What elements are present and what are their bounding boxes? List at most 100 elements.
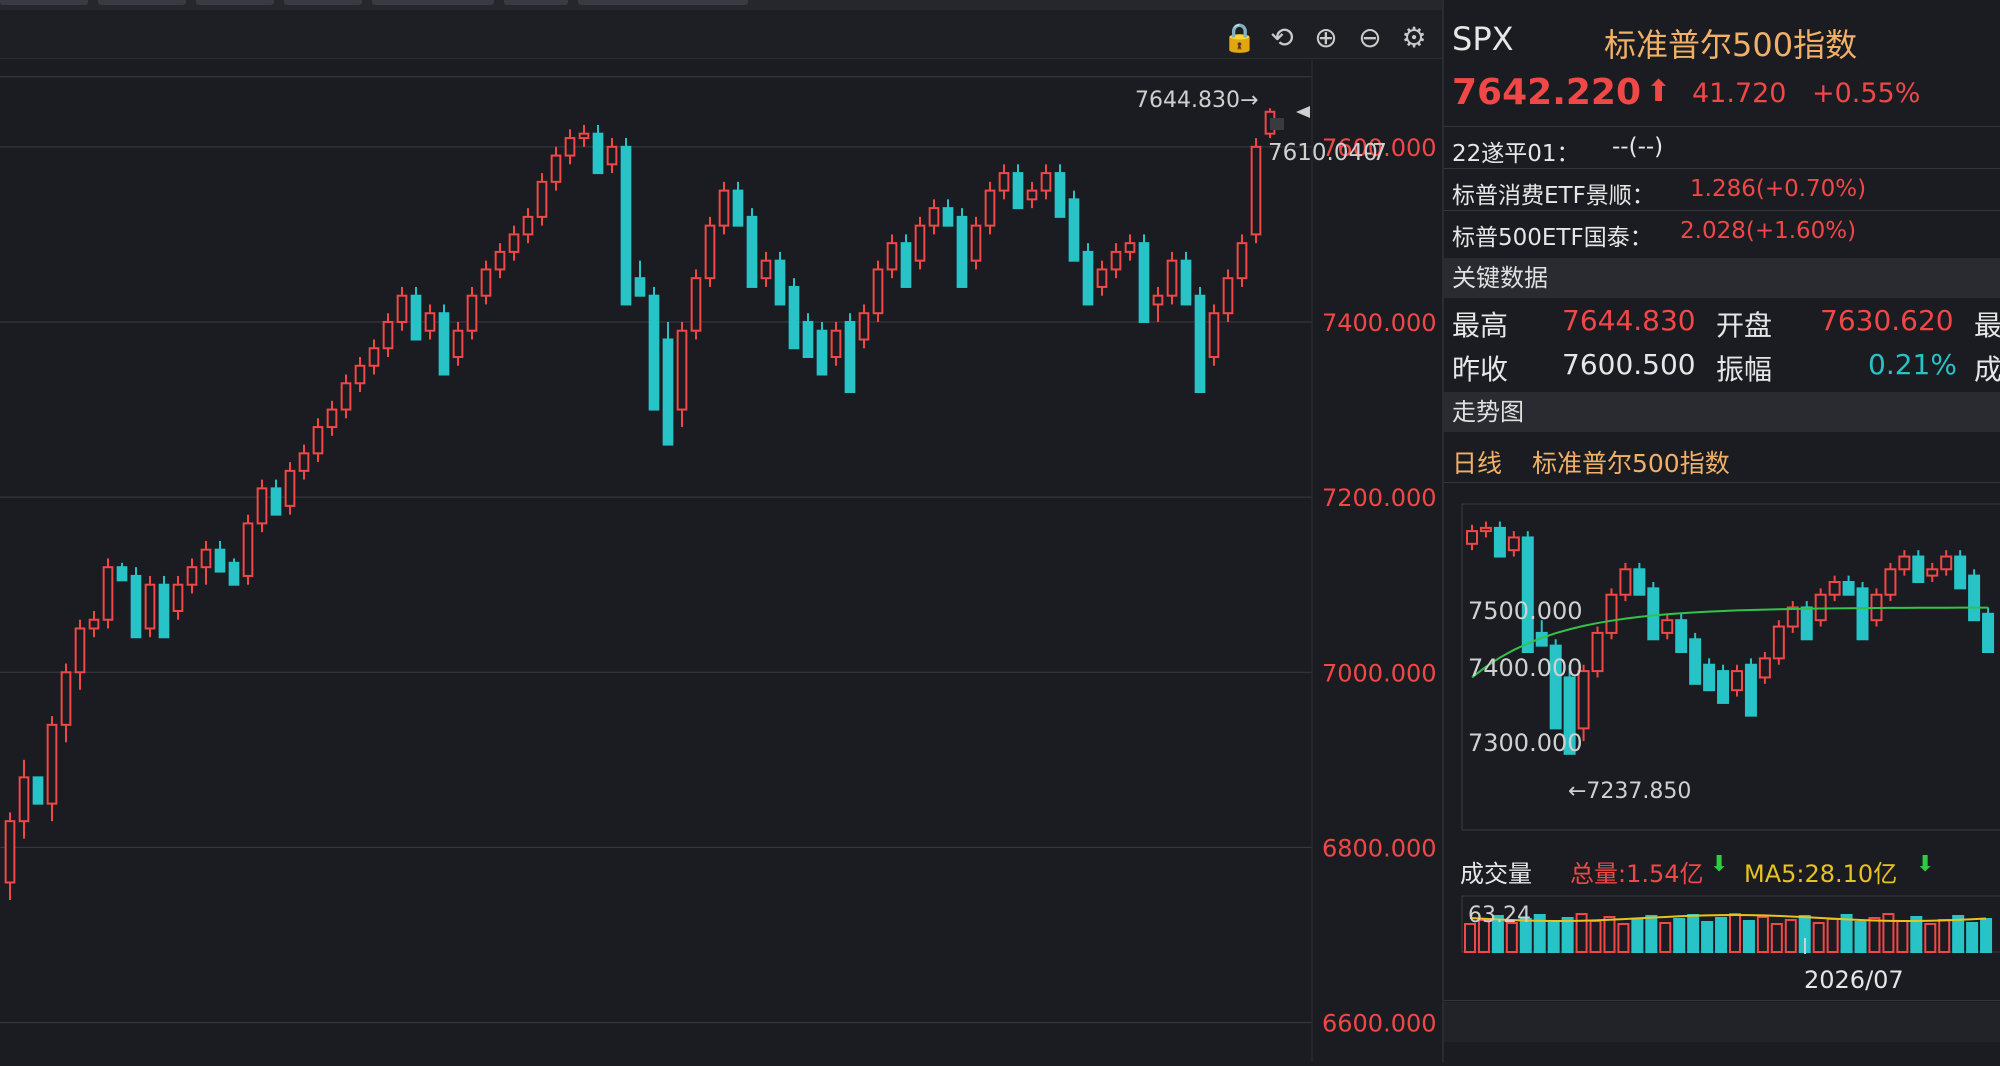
mini-trend-chart[interactable]: 7500.000 7400.000 7300.000 ←7237.850	[1444, 492, 2000, 832]
mini-candle-body	[1982, 612, 1995, 654]
candle-body	[214, 548, 226, 573]
candle-body	[1250, 145, 1262, 236]
candle-body	[648, 294, 660, 411]
candle-body	[578, 132, 590, 140]
mini-candle-body	[1479, 526, 1492, 533]
volume-chart[interactable]: 63.24	[1444, 894, 2000, 954]
tab-stub[interactable]	[578, 0, 748, 5]
key-data-header[interactable]: 关键数据	[1444, 258, 2000, 298]
candle-body	[452, 329, 464, 359]
last-price-tag: 7610.040	[1268, 140, 1378, 166]
down-arrow-icon: ⬇	[1710, 852, 1729, 877]
volume-bar	[1910, 916, 1923, 953]
volume-bars	[1464, 913, 1993, 953]
candle-body	[270, 487, 282, 516]
mini-candle-body	[1940, 555, 1953, 571]
mini-candle-body	[1758, 657, 1771, 679]
volume-bar	[1561, 917, 1574, 953]
mini-candle-body	[1717, 670, 1730, 704]
candle-body	[704, 224, 716, 280]
mini-candle-body	[1605, 593, 1618, 634]
candle-body	[298, 452, 310, 472]
volume-bar	[1701, 921, 1714, 953]
candle-body	[480, 268, 492, 297]
mini-candle-body	[1703, 663, 1716, 692]
volume-ma-line	[1469, 914, 1987, 922]
related-item-label[interactable]: 标普500ETF国泰：	[1452, 218, 1653, 252]
main-candlestick-chart[interactable]: 7600.000 7400.000 7200.000 7000.000 6800.000…	[0, 60, 1442, 1062]
candle-body	[844, 320, 856, 394]
volume-bar	[1770, 923, 1783, 953]
candle-body	[914, 224, 926, 262]
mini-candle-body	[1772, 625, 1785, 660]
lock-icon[interactable]: 🔒	[1222, 22, 1257, 54]
related-item-value: --(--)	[1612, 134, 1664, 160]
y-axis: 7600.0007400.0007200.0007000.0006800.000…	[1322, 134, 1437, 1038]
candle-body	[592, 132, 604, 175]
volume-bar	[1729, 913, 1741, 953]
mini-candle-body	[1898, 555, 1911, 571]
candle-body	[396, 294, 408, 323]
mini-candle-body	[1744, 663, 1757, 717]
mini-low-label: ←7237.850	[1568, 779, 1691, 804]
chart-toolbar: 🔒 ⟲ ⊕ ⊖ ⚙	[0, 10, 1442, 59]
price-change-pct: +0.55%	[1812, 78, 1921, 109]
candle-body	[676, 329, 688, 411]
mini-candle-body	[1647, 587, 1660, 641]
y-tick-label: 6600.000	[1322, 1010, 1437, 1038]
tab-stub[interactable]	[196, 0, 274, 5]
candle-body	[760, 259, 772, 280]
candle-body	[1068, 198, 1080, 262]
open-label: 开盘	[1716, 309, 1773, 342]
candle-body	[970, 224, 982, 262]
mini-candle-body	[1828, 581, 1841, 596]
candle-body	[368, 347, 380, 367]
mini-candle-body	[1591, 631, 1604, 673]
candle-body	[900, 242, 912, 288]
tab-stub[interactable]	[0, 0, 88, 5]
mini-candle-body	[1466, 530, 1478, 545]
trend-period[interactable]: 日线	[1452, 444, 1502, 480]
candle-body	[1096, 268, 1108, 288]
quote-panel: SPX 标准普尔500指数 7642.220 ⬆ 41.720 +0.55% 2…	[1444, 0, 2000, 1062]
mini-candle-body	[1731, 670, 1743, 692]
candle-body	[718, 189, 730, 227]
last-price-tag-suffix: -7	[1364, 140, 1387, 166]
mini-candle-body	[1689, 638, 1702, 685]
related-item-label[interactable]: 标普消费ETF景顺：	[1452, 176, 1655, 210]
zoom-in-icon[interactable]: ⊕	[1310, 22, 1342, 54]
trend-header[interactable]: 走势图	[1444, 392, 2000, 432]
candle-body	[116, 566, 128, 582]
collapsed-section[interactable]	[1444, 1002, 2000, 1042]
divider	[1444, 482, 2000, 483]
candle-body	[130, 574, 142, 639]
candle-body	[1222, 277, 1234, 315]
prev-close-value: 7600.500	[1562, 348, 1696, 381]
candle-body	[550, 154, 562, 183]
candle-body	[382, 320, 394, 350]
volume-bar	[1687, 914, 1700, 953]
gear-icon[interactable]: ⚙	[1398, 22, 1430, 54]
mini-candle-body	[1661, 619, 1674, 634]
mini-candle-body	[1493, 526, 1506, 558]
candle-body	[410, 294, 422, 341]
candle-body	[886, 242, 898, 271]
candle-body	[60, 671, 72, 726]
candle-body	[4, 820, 16, 884]
tab-stub[interactable]	[504, 0, 568, 5]
candle-body	[158, 583, 170, 639]
candle-body	[242, 522, 254, 577]
tab-stub[interactable]	[372, 0, 494, 5]
main-chart-svg[interactable]: 7600.0007400.0007200.0007000.0006800.000…	[0, 60, 1442, 1062]
zoom-out-icon[interactable]: ⊖	[1354, 22, 1386, 54]
related-item-label[interactable]: 22遂平01：	[1452, 134, 1580, 168]
divider	[1444, 1000, 2000, 1001]
candle-body	[984, 189, 996, 227]
tab-stub[interactable]	[284, 0, 362, 5]
candle-body	[662, 338, 674, 446]
y-tick-label: 6800.000	[1322, 834, 1437, 862]
candle-body	[424, 312, 436, 332]
volume-bar	[1784, 919, 1797, 953]
undo-icon[interactable]: ⟲	[1266, 22, 1298, 54]
tab-stub[interactable]	[98, 0, 186, 5]
